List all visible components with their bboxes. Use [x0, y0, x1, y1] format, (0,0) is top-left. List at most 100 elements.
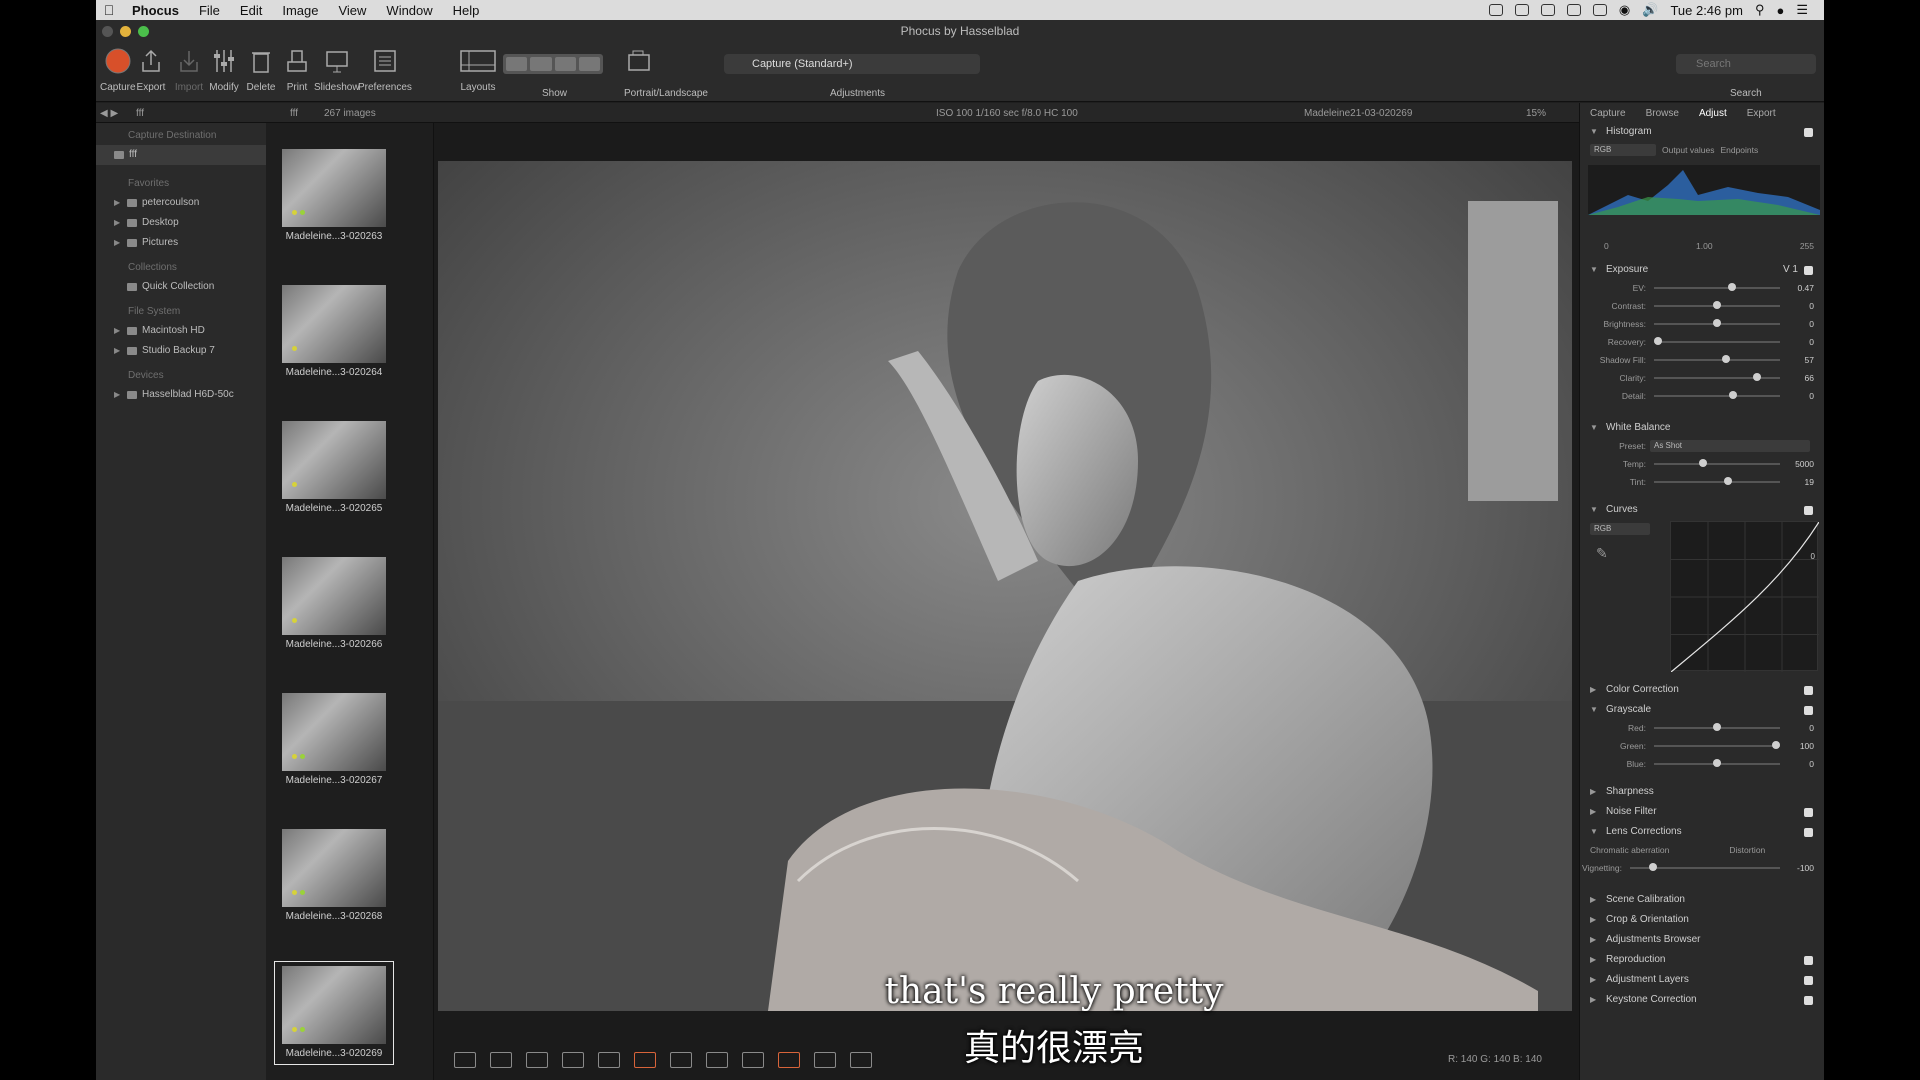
chevron-down-icon[interactable]: ▼: [1590, 501, 1600, 519]
slider-knob[interactable]: [1713, 301, 1721, 309]
keystone-correction-tool[interactable]: ▶ Keystone Correction: [1580, 991, 1824, 1009]
slider-value[interactable]: 19: [1780, 477, 1814, 487]
export-button[interactable]: Export: [136, 46, 166, 93]
zoom-button[interactable]: [138, 26, 149, 37]
adjustment-slider[interactable]: [1654, 373, 1780, 381]
menu-file[interactable]: File: [189, 3, 230, 18]
status-icon[interactable]: [1540, 4, 1555, 16]
show-toggle-group[interactable]: [503, 54, 603, 74]
status-icon[interactable]: [1566, 4, 1581, 16]
menu-icon[interactable]: [706, 1052, 728, 1068]
delete-button[interactable]: Delete: [246, 46, 276, 93]
hand-icon[interactable]: [670, 1052, 692, 1068]
import-button[interactable]: Import: [174, 46, 204, 93]
tab-capture[interactable]: Capture: [1580, 108, 1636, 119]
brush-icon[interactable]: [598, 1052, 620, 1068]
disclosure-icon[interactable]: ▶: [114, 213, 122, 233]
back-forward-icon[interactable]: ◀ ▶: [100, 108, 118, 119]
slider-knob[interactable]: [1713, 759, 1721, 767]
menu-app[interactable]: Phocus: [122, 3, 189, 18]
chevron-right-icon[interactable]: ▶: [1590, 971, 1600, 989]
chevron-right-icon[interactable]: ▶: [1590, 783, 1600, 801]
tool-checkbox[interactable]: [1804, 505, 1813, 515]
slider-value[interactable]: 66: [1780, 373, 1814, 383]
tab-adjust[interactable]: Adjust: [1689, 108, 1737, 119]
close-button[interactable]: [102, 26, 113, 37]
sidebar-item-petercoulson[interactable]: ▶ petercoulson: [96, 193, 266, 213]
vignetting-value[interactable]: -100: [1780, 863, 1814, 873]
adjustment-slider[interactable]: [1654, 319, 1780, 327]
crop-icon[interactable]: [526, 1052, 548, 1068]
tool-checkbox[interactable]: [1804, 685, 1813, 695]
chevron-right-icon[interactable]: ▶: [1590, 931, 1600, 949]
exposure-warning-icon[interactable]: [742, 1052, 764, 1068]
chevron-down-icon[interactable]: ▼: [1590, 823, 1600, 841]
thumbnail[interactable]: Madeleine...3-020268: [274, 829, 394, 929]
chevron-down-icon[interactable]: ▼: [1590, 701, 1600, 719]
adjustment-slider[interactable]: [1654, 301, 1780, 309]
single-view-icon[interactable]: [490, 1052, 512, 1068]
slider-value[interactable]: 0.47: [1780, 283, 1814, 293]
disclosure-icon[interactable]: ▶: [114, 385, 122, 405]
endpoints-checkbox[interactable]: Endpoints: [1720, 145, 1758, 155]
sidebar-item-desktop[interactable]: ▶ Desktop: [96, 213, 266, 233]
disclosure-icon[interactable]: ▶: [114, 233, 122, 253]
status-icon[interactable]: [1514, 4, 1529, 16]
slider-knob[interactable]: [1713, 319, 1721, 327]
adjustment-slider[interactable]: [1654, 283, 1780, 291]
chevron-right-icon[interactable]: ▶: [1590, 991, 1600, 1009]
adjustment-slider[interactable]: [1654, 459, 1780, 467]
slider-knob[interactable]: [1724, 477, 1733, 485]
zoom-level[interactable]: 15%: [1526, 108, 1546, 119]
clock[interactable]: Tue 2:46 pm: [1670, 3, 1743, 18]
tool-checkbox[interactable]: [1804, 995, 1813, 1005]
chevron-down-icon[interactable]: ▼: [1590, 419, 1600, 437]
slider-value[interactable]: 0: [1780, 759, 1814, 769]
notification-icon[interactable]: ☰: [1796, 2, 1808, 18]
slider-knob[interactable]: [1729, 391, 1738, 399]
thumbnail[interactable]: Madeleine...3-020263: [274, 149, 394, 249]
tool-checkbox[interactable]: [1804, 127, 1813, 137]
grid-icon[interactable]: [814, 1052, 836, 1068]
sidebar-item-macintosh-hd[interactable]: ▶ Macintosh HD: [96, 321, 266, 341]
sidebar-item-capture-folder[interactable]: fff: [96, 145, 266, 165]
output-values-checkbox[interactable]: Output values: [1662, 145, 1714, 155]
chevron-down-icon[interactable]: ▼: [1590, 123, 1600, 141]
slider-knob[interactable]: [1648, 863, 1657, 871]
adjustment-slider[interactable]: [1654, 723, 1780, 731]
slider-value[interactable]: 0: [1780, 319, 1814, 329]
menu-window[interactable]: Window: [376, 3, 442, 18]
chevron-down-icon[interactable]: ▼: [1590, 261, 1600, 279]
slider-knob[interactable]: [1728, 283, 1737, 291]
chevron-right-icon[interactable]: ▶: [1590, 681, 1600, 699]
overlay-icon[interactable]: [850, 1052, 872, 1068]
adjustment-slider[interactable]: [1654, 741, 1781, 749]
sidebar-item-pictures[interactable]: ▶ Pictures: [96, 233, 266, 253]
menu-help[interactable]: Help: [443, 3, 490, 18]
focus-mask-icon[interactable]: [778, 1052, 800, 1068]
slider-value[interactable]: 57: [1780, 355, 1814, 365]
volume-icon[interactable]: 🔊: [1642, 2, 1658, 18]
adjustment-slider[interactable]: [1654, 391, 1780, 399]
adjustment-layers-tool[interactable]: ▶ Adjustment Layers: [1580, 971, 1824, 989]
thumbnail[interactable]: Madeleine...3-020266: [274, 557, 394, 657]
main-photo[interactable]: [438, 161, 1572, 1011]
curves-channel-select[interactable]: RGB: [1590, 523, 1650, 535]
scene-calibration-tool[interactable]: ▶ Scene Calibration: [1580, 891, 1824, 909]
histogram-graph[interactable]: [1588, 165, 1820, 215]
preferences-button[interactable]: Preferences: [358, 46, 412, 93]
capture-button[interactable]: Capture: [100, 46, 136, 93]
noise-filter-tool[interactable]: ▶ Noise Filter: [1580, 803, 1824, 821]
slider-value[interactable]: 0: [1780, 391, 1814, 401]
color-correction-tool[interactable]: ▶ Color Correction: [1580, 681, 1824, 699]
thumbnail[interactable]: Madeleine...3-020265: [274, 421, 394, 521]
slider-knob[interactable]: [1699, 459, 1708, 467]
sidebar-item-studio-backup[interactable]: ▶ Studio Backup 7: [96, 341, 266, 361]
chevron-right-icon[interactable]: ▶: [1590, 911, 1600, 929]
version-select[interactable]: V 1: [1783, 261, 1798, 279]
image-viewer[interactable]: that's really pretty 真的很漂亮: [434, 123, 1674, 1080]
minimize-button[interactable]: [120, 26, 131, 37]
chromatic-aberration-checkbox[interactable]: Chromatic aberration: [1590, 845, 1669, 855]
slider-value[interactable]: 0: [1780, 337, 1814, 347]
wb-preset-select[interactable]: As Shot: [1650, 440, 1810, 452]
